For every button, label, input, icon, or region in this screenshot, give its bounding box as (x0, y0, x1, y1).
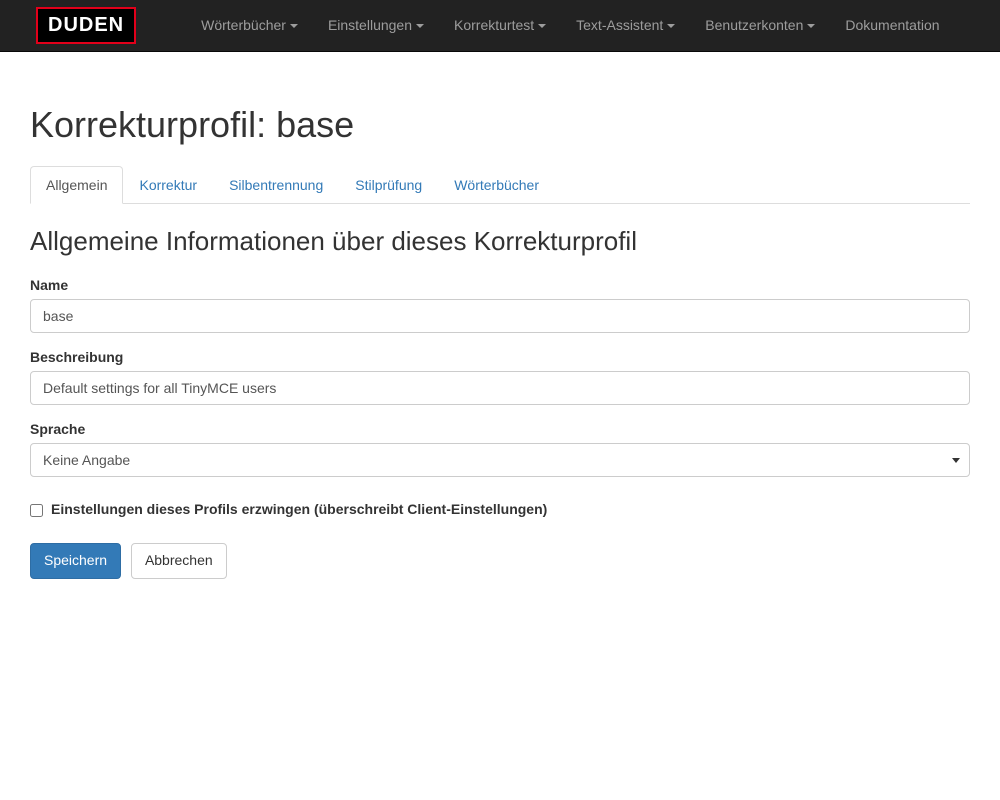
force-settings-checkbox[interactable] (30, 504, 43, 517)
nav-item-label: Benutzerkonten (705, 17, 803, 33)
language-label: Sprache (30, 421, 970, 437)
nav-item-dokumentation[interactable]: Dokumentation (830, 0, 954, 51)
description-field-group: Beschreibung (30, 349, 970, 405)
name-field-group: Name (30, 277, 970, 333)
section-heading: Allgemeine Informationen über dieses Kor… (30, 226, 970, 257)
name-input[interactable] (30, 299, 970, 333)
nav-item-benutzerkonten[interactable]: Benutzerkonten (690, 0, 830, 51)
nav-item-text-assistent[interactable]: Text-Assistent (561, 0, 690, 51)
caret-down-icon (538, 24, 546, 28)
profile-tabs: Allgemein Korrektur Silbentrennung Stilp… (30, 166, 970, 204)
cancel-button[interactable]: Abbrechen (131, 543, 227, 579)
nav-item-korrekturtest[interactable]: Korrekturtest (439, 0, 561, 51)
nav-item-einstellungen[interactable]: Einstellungen (313, 0, 439, 51)
form-buttons: Speichern Abbrechen (30, 543, 970, 579)
caret-down-icon (667, 24, 675, 28)
caret-down-icon (416, 24, 424, 28)
description-input[interactable] (30, 371, 970, 405)
description-label: Beschreibung (30, 349, 970, 365)
force-settings-group: Einstellungen dieses Profils erzwingen (… (30, 501, 970, 517)
page-title: Korrekturprofil: base (30, 104, 970, 146)
nav-item-woerterbuecher[interactable]: Wörterbücher (186, 0, 313, 51)
tab-korrektur[interactable]: Korrektur (123, 166, 213, 204)
top-navbar: DUDEN Wörterbücher Einstellungen Korrekt… (0, 0, 1000, 52)
profile-form: Name Beschreibung Sprache Keine Angabe E… (30, 277, 970, 579)
main-content: Korrekturprofil: base Allgemein Korrektu… (0, 104, 1000, 579)
tab-silbentrennung[interactable]: Silbentrennung (213, 166, 339, 204)
save-button[interactable]: Speichern (30, 543, 121, 579)
nav-item-label: Wörterbücher (201, 17, 286, 33)
language-field-group: Sprache Keine Angabe (30, 421, 970, 477)
name-label: Name (30, 277, 970, 293)
caret-down-icon (807, 24, 815, 28)
caret-down-icon (290, 24, 298, 28)
main-nav: Wörterbücher Einstellungen Korrekturtest… (186, 0, 954, 51)
tab-stilpruefung[interactable]: Stilprüfung (339, 166, 438, 204)
nav-item-label: Dokumentation (845, 17, 939, 33)
duden-logo[interactable]: DUDEN (36, 7, 136, 44)
tab-woerterbuecher[interactable]: Wörterbücher (438, 166, 555, 204)
nav-item-label: Korrekturtest (454, 17, 534, 33)
tab-allgemein[interactable]: Allgemein (30, 166, 123, 204)
nav-item-label: Text-Assistent (576, 17, 663, 33)
nav-item-label: Einstellungen (328, 17, 412, 33)
language-select[interactable]: Keine Angabe (30, 443, 970, 477)
language-select-wrap: Keine Angabe (30, 443, 970, 477)
force-settings-label: Einstellungen dieses Profils erzwingen (… (51, 501, 547, 517)
